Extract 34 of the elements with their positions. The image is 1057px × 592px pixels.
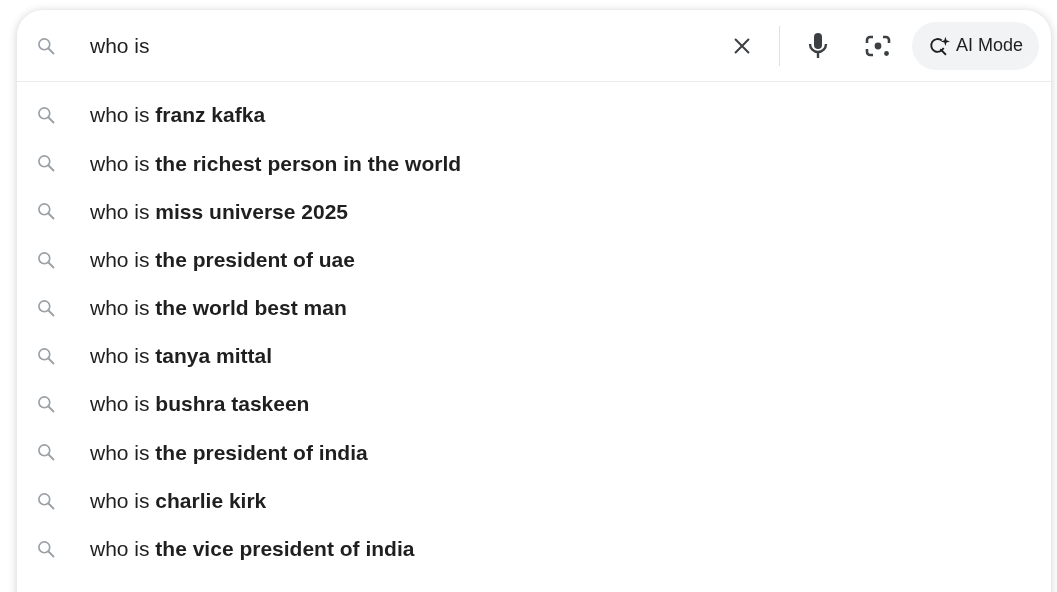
suggestion-item[interactable]: who is tanya mittal	[17, 331, 1051, 381]
search-icon	[36, 442, 56, 463]
search-icon	[36, 297, 56, 318]
suggestion-text: who is franz kafka	[90, 102, 266, 129]
search-icon	[36, 490, 56, 511]
search-icon	[36, 394, 56, 415]
suggestion-text: who is the president of uae	[90, 246, 355, 273]
suggestion-text: who is bushra taskeen	[90, 391, 310, 418]
search-icon	[36, 201, 56, 222]
suggestion-text: who is the vice president of india	[90, 536, 415, 563]
suggestion-text: who is miss universe 2025	[90, 198, 348, 225]
search-icon	[36, 538, 56, 559]
suggestion-text: who is the president of india	[90, 439, 368, 466]
suggestion-item[interactable]: who is bushra taskeen	[17, 380, 1051, 429]
suggestion-item[interactable]: who is the president of india	[17, 428, 1051, 477]
search-icon	[36, 35, 56, 56]
suggestion-text: who is the richest person in the world	[90, 150, 462, 177]
suggestion-item[interactable]: who is the vice president of india	[17, 524, 1051, 573]
suggestion-item[interactable]: who is the world best man	[17, 283, 1051, 332]
suggestion-text: who is the world best man	[90, 295, 347, 322]
suggestion-text: who is tanya mittal	[90, 343, 273, 370]
search-icon	[36, 346, 56, 367]
suggestion-item[interactable]: who is miss universe 2025	[17, 187, 1051, 236]
search-icon	[36, 249, 56, 270]
search-icon	[36, 105, 56, 126]
search-icon	[36, 153, 56, 174]
search-field[interactable]: who is	[90, 29, 731, 62]
suggestion-item[interactable]: who is charlie kirk	[17, 476, 1051, 525]
suggestion-item[interactable]: who is the richest person in the world	[17, 139, 1051, 188]
sparkle-search-icon	[927, 34, 950, 57]
suggestion-item[interactable]: who is the president of uae	[17, 235, 1051, 284]
ai-mode-button[interactable]: AI Mode	[911, 21, 1039, 70]
suggestion-text: who is charlie kirk	[90, 487, 267, 514]
suggestion-item[interactable]: who is franz kafka	[17, 91, 1051, 140]
